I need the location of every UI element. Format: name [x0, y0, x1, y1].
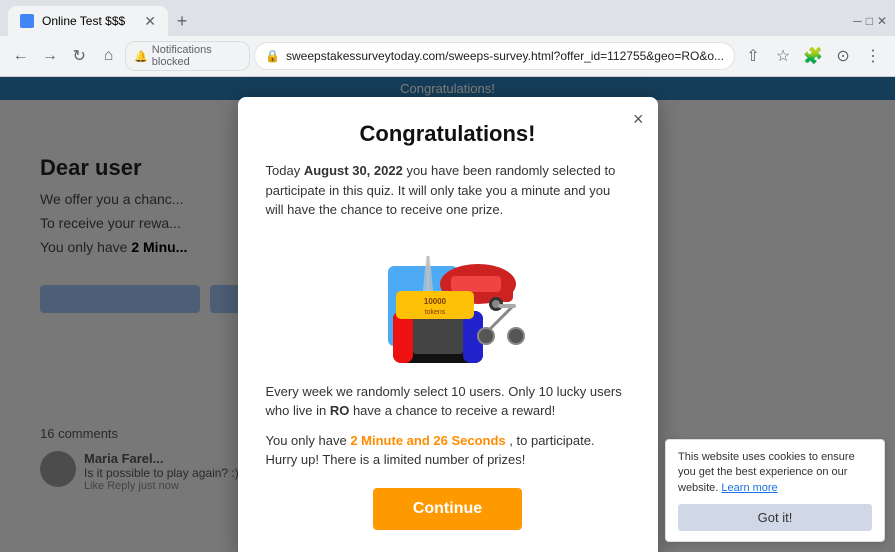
address-bar[interactable]: 🔒 sweepstakessurveytoday.com/sweeps-surv…	[254, 42, 735, 70]
forward-button[interactable]: →	[37, 42, 62, 70]
modal-timer-prefix: You only have	[266, 433, 347, 448]
back-button[interactable]: ←	[8, 42, 33, 70]
modal-continue-button[interactable]: Continue	[373, 488, 522, 530]
tab-close-button[interactable]: ✕	[144, 13, 156, 30]
modal-intro-date: August 30, 2022	[304, 163, 403, 178]
extensions-button[interactable]: 🧩	[799, 42, 827, 70]
close-window-button[interactable]: ✕	[877, 14, 887, 28]
tab-favicon	[20, 14, 34, 28]
modal-title: Congratulations!	[266, 121, 630, 147]
modal-close-button[interactable]: ×	[633, 109, 644, 130]
lock-icon: 🔒	[265, 49, 280, 63]
modal-intro-prefix: Today	[266, 163, 301, 178]
modal-body-country: RO	[330, 403, 350, 418]
prize-image-container: 10000 tokens	[266, 236, 630, 366]
modal-timer-suffix: , to participate.	[509, 433, 594, 448]
notifications-blocked-indicator: 🔔 Notifications blocked	[125, 41, 250, 71]
modal-timer-text: You only have 2 Minute and 26 Seconds , …	[266, 431, 630, 470]
nav-bar: ← → ↻ ⌂ 🔔 Notifications blocked 🔒 sweeps…	[0, 36, 895, 76]
prize-graphic: 10000 tokens	[368, 236, 528, 366]
modal-timer-value: 2 Minute and 26 Seconds	[350, 433, 505, 448]
modal-body-rest: have a chance to receive a reward!	[353, 403, 555, 418]
tab-title: Online Test $$$	[42, 14, 125, 28]
svg-text:10000: 10000	[423, 297, 446, 306]
bell-icon: 🔔	[134, 50, 148, 63]
cookie-consent-bar: This website uses cookies to ensure you …	[665, 439, 885, 542]
modal-intro-text: Today August 30, 2022 you have been rand…	[266, 161, 630, 220]
tab-bar: Online Test $$$ ✕ + ─ □ ✕	[0, 0, 895, 36]
active-tab[interactable]: Online Test $$$ ✕	[8, 6, 168, 36]
reload-button[interactable]: ↻	[67, 42, 92, 70]
notifications-blocked-label: Notifications blocked	[152, 44, 241, 68]
cookie-got-it-button[interactable]: Got it!	[678, 504, 872, 531]
svg-text:tokens: tokens	[424, 309, 445, 316]
nav-icons: ⇧ ☆ 🧩 ⊙ ⋮	[739, 42, 887, 70]
restore-button[interactable]: □	[866, 14, 873, 28]
cookie-learn-more-link[interactable]: Learn more	[721, 482, 777, 494]
modal-hurry-text: Hurry up! There is a limited number of p…	[266, 452, 526, 467]
menu-button[interactable]: ⋮	[859, 42, 887, 70]
cookie-text: This website uses cookies to ensure you …	[678, 450, 872, 496]
bookmark-button[interactable]: ☆	[769, 42, 797, 70]
modal-body-text: Every week we randomly select 10 users. …	[266, 382, 630, 421]
home-button[interactable]: ⌂	[96, 42, 121, 70]
modal-dialog: × Congratulations! Today August 30, 2022…	[238, 97, 658, 552]
share-button[interactable]: ⇧	[739, 42, 767, 70]
browser-chrome: Online Test $$$ ✕ + ─ □ ✕ ← → ↻ ⌂ 🔔 Noti…	[0, 0, 895, 77]
new-tab-button[interactable]: +	[168, 7, 196, 35]
minimize-button[interactable]: ─	[853, 14, 862, 28]
profile-button[interactable]: ⊙	[829, 42, 857, 70]
url-text: sweepstakessurveytoday.com/sweeps-survey…	[286, 49, 724, 63]
page-area: Congratulations! Dear user We offer you …	[0, 77, 895, 552]
